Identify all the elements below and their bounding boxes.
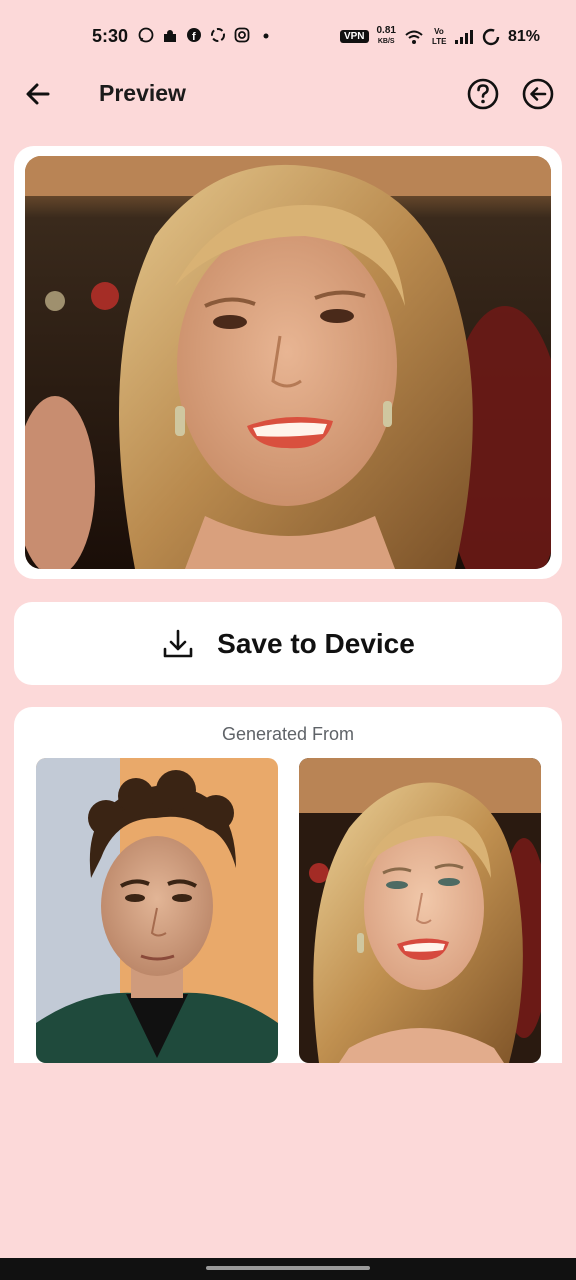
notification-icons: f: [138, 27, 274, 43]
generated-from-card: Generated From: [14, 707, 562, 1063]
help-circle-icon: [467, 78, 499, 110]
generated-from-title: Generated From: [221, 724, 355, 744]
status-time: 5:30: [92, 26, 129, 46]
save-to-device-button[interactable]: Save to Device: [14, 602, 562, 685]
back-button[interactable]: [22, 78, 54, 110]
battery-ring-icon: [482, 28, 500, 46]
speed-value: 0.81: [376, 25, 396, 36]
arrow-left-icon: [26, 83, 50, 105]
mosque-icon: [162, 27, 178, 43]
vpn-badge: VPN: [339, 30, 369, 43]
navigation-bar: [0, 1258, 576, 1280]
exit-button[interactable]: [521, 77, 555, 111]
source-image-1[interactable]: [36, 758, 278, 1063]
source-image-2[interactable]: [299, 758, 541, 1063]
svg-text:f: f: [192, 31, 196, 43]
wifi-icon: [404, 29, 424, 45]
volte-label: Vo LTE: [431, 26, 447, 46]
system-status: VPN 0.81 KB/S Vo LTE 81%: [339, 26, 540, 47]
signal-icon: [454, 29, 474, 45]
speed-unit: KB/S: [377, 38, 395, 45]
help-button[interactable]: [466, 77, 500, 111]
home-gesture-handle[interactable]: [206, 1266, 370, 1270]
page-title: Preview: [99, 80, 186, 106]
instagram-icon: [234, 27, 250, 43]
whatsapp-icon: [138, 27, 154, 43]
battery-percent: 81%: [507, 27, 540, 45]
more-dot-icon: [258, 27, 274, 43]
generated-image[interactable]: [25, 156, 551, 569]
status-bar: 5:30 f VPN 0.81 KB/S Vo LTE 81%: [0, 0, 576, 72]
app-bar: Preview: [0, 72, 576, 116]
preview-card: [14, 146, 562, 579]
network-speed: 0.81 KB/S: [377, 26, 396, 47]
download-icon: [163, 629, 193, 657]
sync-icon: [210, 27, 226, 43]
facebook-icon: f: [186, 27, 202, 43]
save-to-device-label: Save to Device: [217, 627, 415, 659]
circle-arrow-left-icon: [522, 78, 554, 110]
